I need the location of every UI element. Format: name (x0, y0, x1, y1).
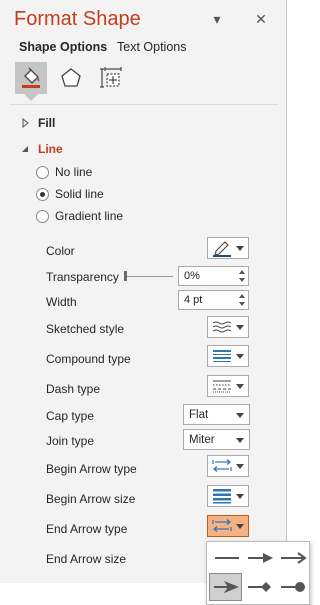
compound-type-label: Compound type (46, 352, 131, 366)
arrow-size-icon (213, 489, 231, 504)
end-arrow-type-gallery (206, 541, 310, 605)
cap-type-label: Cap type (46, 409, 95, 423)
join-type-label: Join type (46, 434, 95, 448)
transparency-spinner[interactable]: 0% (178, 266, 249, 286)
collapse-triangle-icon (22, 146, 28, 152)
arrow-types-icon (212, 459, 232, 472)
sketched-style-dropdown[interactable] (207, 316, 249, 338)
radio-label: No line (55, 165, 93, 179)
solid-line-option[interactable]: Solid line (36, 187, 104, 201)
color-label: Color (46, 244, 75, 258)
oval-arrow-icon (280, 582, 305, 592)
arrow-types-icon (212, 519, 232, 532)
width-value[interactable]: 4 pt (184, 294, 202, 306)
chevron-down-icon (236, 438, 244, 443)
width-spinner[interactable]: 4 pt (178, 290, 249, 310)
stealth-arrow-icon (213, 581, 239, 593)
background-strip (287, 0, 310, 605)
transparency-slider-thumb[interactable] (124, 271, 127, 281)
diamond-arrow-icon (247, 582, 271, 592)
line-section-header[interactable]: Line (20, 142, 63, 156)
begin-arrow-type-dropdown[interactable] (207, 455, 249, 477)
squiggle-line-icon (212, 321, 232, 333)
size-properties-icon[interactable] (95, 62, 127, 94)
compound-type-dropdown[interactable] (207, 345, 249, 367)
cap-type-select[interactable]: Flat (183, 404, 250, 425)
sketched-style-label: Sketched style (46, 322, 125, 336)
transparency-value[interactable]: 0% (184, 270, 200, 282)
transparency-slider-track[interactable] (125, 276, 173, 277)
spin-up-icon[interactable] (239, 294, 245, 298)
pane-options-button[interactable]: ▾ (208, 10, 226, 28)
spin-up-icon[interactable] (239, 270, 245, 274)
close-button[interactable]: ✕ (252, 10, 270, 28)
no-line-option[interactable]: No line (36, 165, 92, 179)
line-section-label: Line (38, 142, 63, 156)
stealth-arrow-option[interactable] (209, 573, 242, 601)
end-arrow-type-dropdown[interactable] (207, 515, 249, 537)
join-type-select[interactable]: Miter (183, 429, 250, 450)
diamond-arrow-option[interactable] (243, 573, 276, 601)
cap-type-value: Flat (189, 408, 209, 421)
radio-label: Gradient line (55, 209, 124, 223)
begin-arrow-size-label: Begin Arrow size (46, 492, 136, 506)
end-arrow-size-label: End Arrow size (46, 552, 127, 566)
spin-down-icon[interactable] (239, 278, 245, 282)
tab-text-options[interactable]: Text Options (117, 40, 186, 54)
gradient-line-option[interactable]: Gradient line (36, 209, 123, 223)
compound-lines-icon (213, 350, 231, 362)
pane-title: Format Shape (14, 8, 141, 30)
category-separator (10, 104, 278, 105)
arrow-option[interactable] (243, 544, 276, 572)
begin-arrow-size-dropdown[interactable] (207, 485, 249, 507)
begin-arrow-type-label: Begin Arrow type (46, 462, 137, 476)
join-type-value: Miter (189, 433, 215, 446)
spin-down-icon[interactable] (239, 302, 245, 306)
dash-type-dropdown[interactable] (207, 375, 249, 397)
radio-label: Solid line (55, 187, 104, 201)
open-arrow-icon (280, 552, 307, 564)
arrow-icon (247, 553, 273, 563)
dash-type-label: Dash type (46, 382, 101, 396)
fill-and-line-icon[interactable] (15, 62, 47, 94)
chevron-down-icon (236, 413, 244, 418)
transparency-label: Transparency (46, 270, 119, 284)
effects-icon[interactable] (55, 62, 87, 94)
oval-arrow-option[interactable] (276, 573, 309, 601)
fill-section-label: Fill (38, 116, 56, 130)
active-category-pointer (24, 94, 38, 101)
no-arrow-option[interactable] (210, 544, 243, 572)
dash-lines-icon (213, 380, 231, 393)
fill-section-header[interactable]: Fill (20, 116, 55, 130)
format-shape-pane: Format Shape ▾ ✕ Shape Options Text Opti… (0, 0, 287, 583)
radio-button[interactable] (36, 165, 49, 179)
radio-button[interactable] (36, 209, 49, 223)
tab-shape-options[interactable]: Shape Options (19, 40, 107, 54)
end-arrow-type-label: End Arrow type (46, 522, 128, 536)
expand-triangle-icon (22, 118, 29, 128)
pen-color-icon (213, 241, 231, 257)
radio-button[interactable] (36, 187, 49, 201)
width-label: Width (46, 295, 77, 309)
no-arrow-icon (214, 557, 239, 559)
color-dropdown[interactable] (207, 237, 249, 259)
open-arrow-option[interactable] (276, 544, 309, 572)
